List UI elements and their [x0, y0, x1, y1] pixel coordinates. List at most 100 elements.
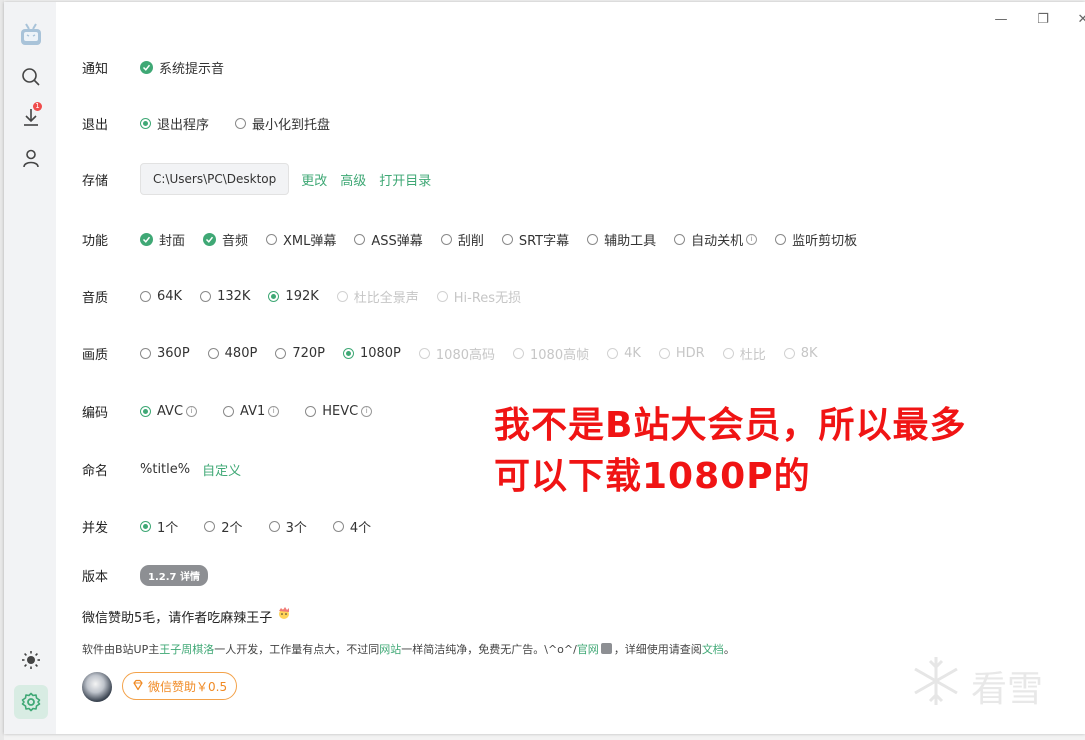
radio-icon	[354, 234, 366, 245]
option-label: 封面	[159, 234, 186, 249]
feature-xml-danmaku-checkbox[interactable]: XML弹幕	[266, 230, 336, 249]
option-label: 最小化到托盘	[252, 118, 331, 133]
kanxue-watermark: 看雪	[909, 654, 1043, 717]
option-label: 1080P	[359, 346, 401, 361]
feature-auto-shutdown-checkbox[interactable]: 自动关机 i	[674, 230, 758, 249]
radio-icon	[223, 406, 235, 417]
concurrency-4-radio[interactable]: 4个	[332, 517, 371, 536]
restore-button[interactable]: ❐	[1034, 11, 1052, 27]
radio-icon	[207, 348, 219, 359]
concurrency-2-radio[interactable]: 2个	[204, 517, 243, 536]
codec-avc-radio[interactable]: AVC i	[140, 404, 198, 419]
info-icon[interactable]: i	[361, 406, 373, 417]
video-360p-radio[interactable]: 360P	[140, 346, 190, 361]
features-label: 功能	[82, 234, 109, 249]
option-label: 系统提示音	[159, 62, 225, 77]
official-site-link[interactable]: 官网	[577, 643, 599, 656]
custom-naming-link[interactable]: 自定义	[202, 460, 241, 479]
radio-icon	[501, 234, 513, 245]
minimize-to-tray-radio[interactable]: 最小化到托盘	[235, 114, 330, 133]
option-label: 3个	[285, 521, 307, 536]
feature-cover-checkbox[interactable]: 封面	[140, 230, 185, 249]
radio-icon	[513, 348, 524, 359]
codec-hevc-radio[interactable]: HEVC i	[305, 404, 373, 419]
audio-132k-radio[interactable]: 132K	[200, 289, 250, 304]
radio-icon	[607, 348, 619, 359]
option-label: SRT字幕	[518, 234, 570, 249]
codec-av1-radio[interactable]: AV1 i	[223, 404, 280, 419]
option-label: 132K	[217, 289, 251, 304]
info-icon[interactable]: i	[186, 406, 198, 417]
feature-ass-danmaku-checkbox[interactable]: ASS弹幕	[354, 230, 423, 249]
audio-192k-radio[interactable]: 192K	[268, 289, 319, 304]
app-window: 1 — ❐ ✕ 通知 系统提示音 退出 退出程序 最小化到托盘 存储 C:\Us…	[4, 2, 1085, 734]
audio-quality-label: 音质	[82, 291, 109, 306]
version-badge[interactable]: 1.2.7 详情	[140, 565, 208, 586]
radio-icon	[140, 291, 151, 302]
settings-gear-icon[interactable]	[14, 685, 48, 719]
feature-clipboard-checkbox[interactable]: 监听剪切板	[775, 230, 857, 249]
video-1080-highfps-radio: 1080高帧	[513, 344, 589, 363]
radio-icon	[336, 291, 348, 302]
option-label: AV1	[240, 404, 266, 419]
about-text: ，详细使用请查阅	[613, 643, 702, 656]
info-icon[interactable]: i	[268, 406, 280, 417]
author-link[interactable]: 王子周棋洛	[159, 643, 214, 656]
notify-row: 通知 系统提示音	[82, 58, 242, 77]
option-label: 720P	[292, 346, 325, 361]
video-480p-radio[interactable]: 480P	[207, 346, 258, 361]
search-icon[interactable]	[18, 64, 44, 90]
radio-icon	[722, 348, 734, 359]
website-link[interactable]: 网站	[379, 643, 401, 656]
concurrency-label: 并发	[82, 521, 109, 536]
option-label: AVC	[157, 404, 184, 419]
notify-sound-checkbox[interactable]: 系统提示音	[140, 58, 224, 77]
concurrency-1-radio[interactable]: 1个	[140, 517, 178, 536]
docs-link[interactable]: 文档	[702, 643, 724, 656]
storage-path-field[interactable]: C:\Users\PC\Desktop	[140, 163, 290, 195]
video-720p-radio[interactable]: 720P	[275, 346, 325, 361]
bilibili-tv-icon[interactable]	[18, 22, 44, 48]
feature-scrape-checkbox[interactable]: 刮削	[440, 230, 484, 249]
emoji-icon	[276, 606, 292, 626]
sidebar: 1	[4, 2, 56, 734]
radio-icon	[140, 406, 151, 417]
about-text: 一人开发，工作量有点大，不过同	[214, 643, 380, 656]
exit-program-radio[interactable]: 退出程序	[140, 114, 209, 133]
video-1080p-radio[interactable]: 1080P	[342, 346, 401, 361]
option-label: 4K	[624, 346, 641, 361]
annotation-line-2: 可以下载1080P的	[494, 456, 811, 497]
close-button[interactable]: ✕	[1074, 12, 1085, 27]
storage-row: 存储 C:\Users\PC\Desktop 更改 高级 打开目录	[82, 163, 444, 195]
external-link-icon	[600, 643, 612, 654]
option-label: ASS弹幕	[371, 234, 423, 249]
option-label: 杜比全景声	[353, 291, 419, 306]
option-label: 8K	[800, 346, 818, 361]
option-label: 480P	[224, 346, 258, 361]
download-icon[interactable]: 1	[18, 102, 44, 130]
feature-srt-checkbox[interactable]: SRT字幕	[501, 230, 570, 249]
advanced-link[interactable]: 高级	[340, 170, 366, 189]
radio-icon	[587, 234, 599, 245]
radio-icon	[783, 348, 795, 359]
change-path-link[interactable]: 更改	[301, 170, 327, 189]
concurrency-3-radio[interactable]: 3个	[268, 517, 307, 536]
open-folder-link[interactable]: 打开目录	[379, 170, 431, 189]
wechat-donate-button[interactable]: 微信赞助￥0.5	[122, 672, 238, 700]
user-icon[interactable]	[18, 145, 44, 171]
feature-tools-checkbox[interactable]: 辅助工具	[587, 230, 656, 249]
about-text: 软件由B站UP主	[82, 643, 160, 656]
notify-label: 通知	[82, 62, 109, 77]
video-1080-highbitrate-radio: 1080高码	[418, 344, 495, 363]
codec-label: 编码	[82, 406, 109, 421]
exit-row: 退出 退出程序 最小化到托盘	[82, 114, 348, 133]
author-avatar[interactable]	[82, 672, 112, 702]
feature-audio-checkbox[interactable]: 音频	[203, 230, 248, 249]
theme-sun-icon[interactable]	[18, 647, 44, 673]
info-icon[interactable]: i	[746, 234, 758, 245]
restore-icon: ❐	[1037, 11, 1049, 27]
radio-icon	[266, 234, 278, 245]
audio-64k-radio[interactable]: 64K	[140, 289, 182, 304]
minimize-button[interactable]: —	[992, 12, 1010, 27]
donate-line-text: 微信赞助5毛，请作者吃麻辣王子	[82, 610, 273, 626]
